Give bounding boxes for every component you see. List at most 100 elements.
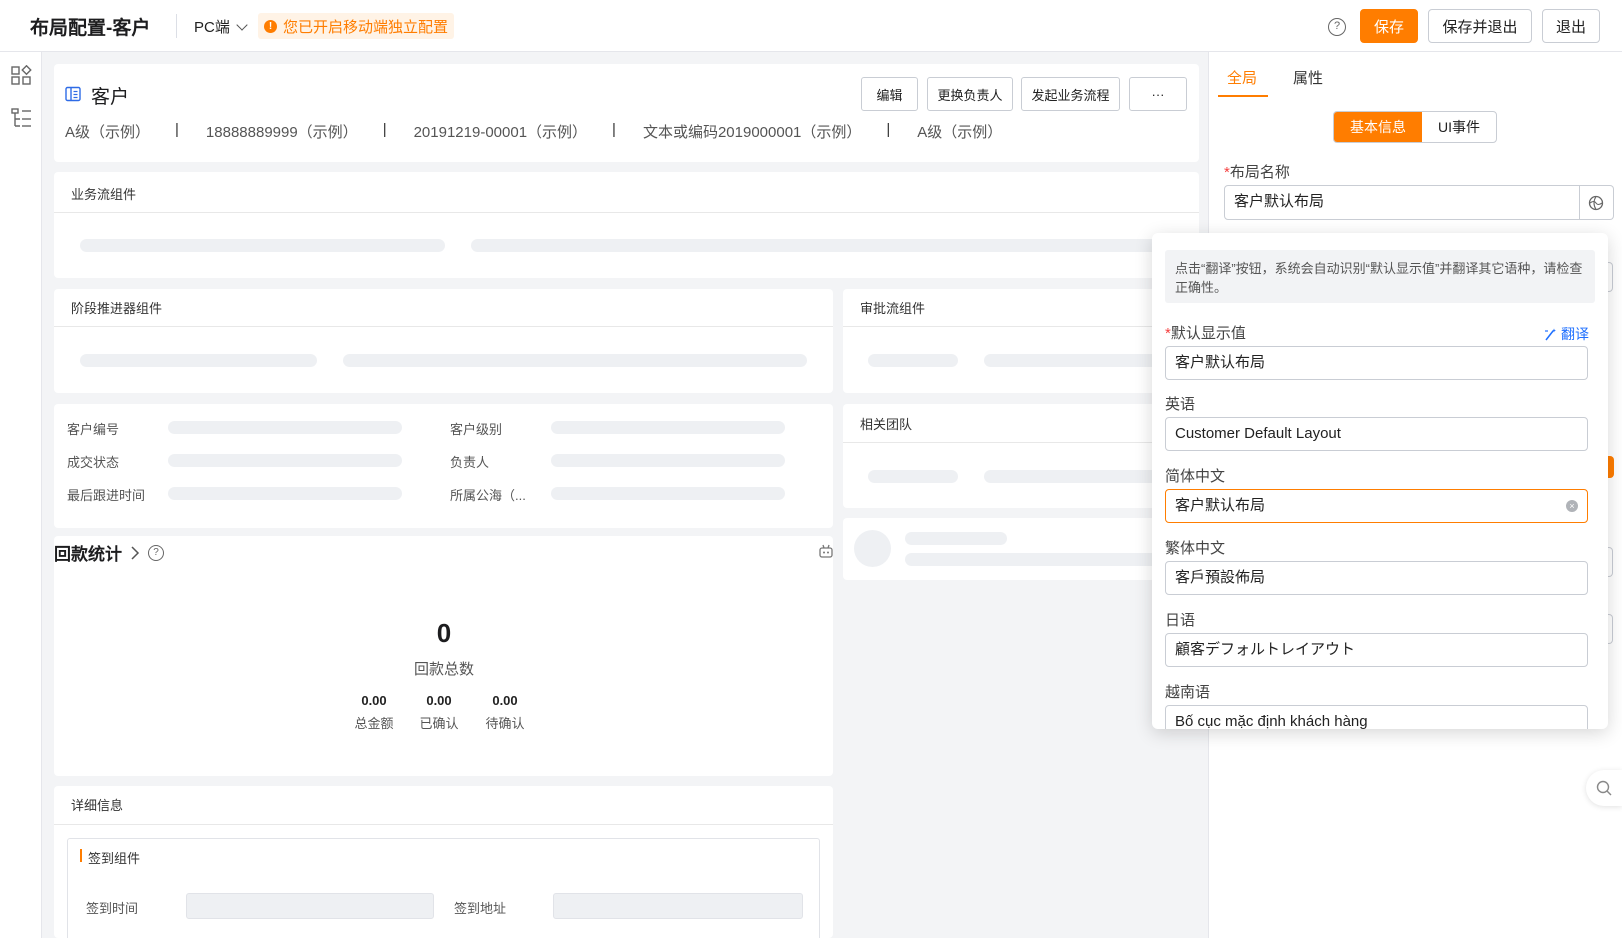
skeleton-bar [168,487,402,500]
avatar-placeholder [854,530,891,567]
summary-field: A级（示例） [917,124,1003,141]
skeleton-card[interactable] [843,518,1199,580]
field-label: 负责人 [450,455,490,470]
payment-stats-title: 回款统计 [54,545,122,564]
translate-button-label: 翻译 [1561,326,1589,342]
save-button[interactable]: 保存 [1360,9,1418,43]
mobile-config-notice: ! 您已开启移动端独立配置 [258,13,455,39]
japanese-input[interactable]: 顧客デフォルトレイアウト [1165,633,1588,667]
chevron-down-icon [236,18,248,31]
stat-value: 0.00 [492,693,518,708]
lang-label-english: 英语 [1165,396,1196,413]
device-select-value: PC端 [194,19,230,36]
page-title: 布局配置-客户 [30,18,151,39]
tab-global[interactable]: 全局 [1227,67,1257,88]
lang-label-zh-cn: 简体中文 [1165,468,1226,485]
record-object-name: 客户 [91,87,130,108]
summary-separator: | [175,121,179,138]
field-label: 最后跟进时间 [67,488,146,503]
default-value-label: *默认显示值 [1165,325,1246,342]
divider [843,442,1199,443]
summary-separator: | [612,121,616,138]
more-actions-button[interactable]: ··· [1129,77,1187,111]
segment-control: 基本信息 UI事件 [1333,111,1497,143]
zh-cn-input[interactable]: 客户默认布局 [1165,489,1588,523]
summary-field: 文本或编码2019000001（示例） [642,124,862,141]
lang-label-vietnamese: 越南语 [1165,684,1211,701]
globe-icon [1588,195,1604,210]
save-exit-button[interactable]: 保存并退出 [1428,9,1532,43]
skeleton-bar [168,454,402,467]
outline-tree-icon[interactable] [11,108,32,130]
approval-title: 审批流组件 [860,301,926,316]
detail-info-title: 详细信息 [71,798,124,813]
field-label: 所属公海（... [450,488,526,503]
clear-icon[interactable]: × [1566,500,1578,512]
robot-icon[interactable] [818,544,834,559]
skeleton-bar [551,421,785,434]
field-label: 客户级别 [450,422,503,437]
stat-label: 总金额 [354,716,394,731]
field-label: 客户编号 [67,422,120,437]
lang-label-zh-tw: 繁体中文 [1165,540,1226,557]
checkin-title: 签到组件 [88,851,141,866]
checkin-time-field [186,893,434,919]
checkin-addr-label: 签到地址 [454,901,507,916]
exit-button[interactable]: 退出 [1542,9,1600,43]
lang-label-japanese: 日语 [1165,612,1196,629]
layout-name-label: *布局名称 [1224,164,1290,181]
title-divider [176,14,177,38]
stage-component[interactable] [54,289,833,393]
default-value-input[interactable]: 客户默认布局 [1165,346,1588,380]
skeleton-bar [905,532,1007,545]
stage-title: 阶段推进器组件 [71,301,163,316]
divider [843,326,1199,327]
summary-separator: | [382,121,387,138]
layout-name-input[interactable]: 客户默认布局 [1224,185,1580,220]
globe-translate-button[interactable] [1579,185,1614,220]
skeleton-bar [80,354,317,367]
checkin-component[interactable] [67,838,820,938]
checkin-time-label: 签到时间 [86,901,139,916]
help-icon[interactable]: ? [1328,18,1346,36]
floating-search-button[interactable] [1586,770,1622,806]
bizflow-component[interactable] [54,172,1199,278]
edit-button[interactable]: 编辑 [861,77,918,111]
warning-icon: ! [264,19,277,33]
english-input[interactable]: Customer Default Layout [1165,417,1588,451]
record-summary-bar: A级（示例） | 18888889999（示例） | 20191219-0000… [65,121,1002,142]
team-title: 相关团队 [860,417,913,432]
payment-total-label: 回款总数 [413,661,474,678]
summary-field: A级（示例） [65,124,151,141]
customer-object-icon [65,86,81,102]
segment-basic-info[interactable]: 基本信息 [1334,112,1422,142]
tab-properties[interactable]: 属性 [1293,67,1323,88]
zh-tw-input[interactable]: 客戶預設佈局 [1165,561,1588,595]
field-label: 成交状态 [67,455,120,470]
translate-button[interactable]: 翻译 [1544,324,1589,344]
vietnamese-input[interactable]: Bố cục mặc định khách hàng [1165,705,1588,729]
payment-stats-card[interactable] [54,536,833,776]
search-icon [1596,780,1612,796]
skeleton-bar [343,354,807,367]
change-owner-button[interactable]: 更换负责人 [927,77,1013,111]
skeleton-bar [80,239,445,252]
payment-stats-header[interactable]: 回款统计 ? [54,540,164,565]
mobile-config-notice-text: 您已开启移动端独立配置 [283,18,449,36]
chevron-right-icon [131,545,140,560]
payment-total-value: 0 [436,618,452,648]
skeleton-bar [471,239,1191,252]
device-select[interactable]: PC端 [194,16,248,37]
components-icon[interactable] [11,65,32,86]
divider [54,824,833,825]
segment-ui-events[interactable]: UI事件 [1422,112,1496,142]
skeleton-bar [868,470,958,483]
start-bizflow-button[interactable]: 发起业务流程 [1021,77,1120,111]
translation-tip: 点击“翻译”按钮，系统会自动识别“默认显示值”并翻译其它语种，请检查正确性。 [1165,250,1595,303]
help-icon[interactable]: ? [148,544,164,561]
tab-active-indicator [1218,95,1268,97]
summary-field: 18888889999（示例） [205,124,358,141]
stat-label: 已确认 [419,716,459,731]
section-marker [80,849,82,862]
magic-wand-icon [1545,328,1556,340]
